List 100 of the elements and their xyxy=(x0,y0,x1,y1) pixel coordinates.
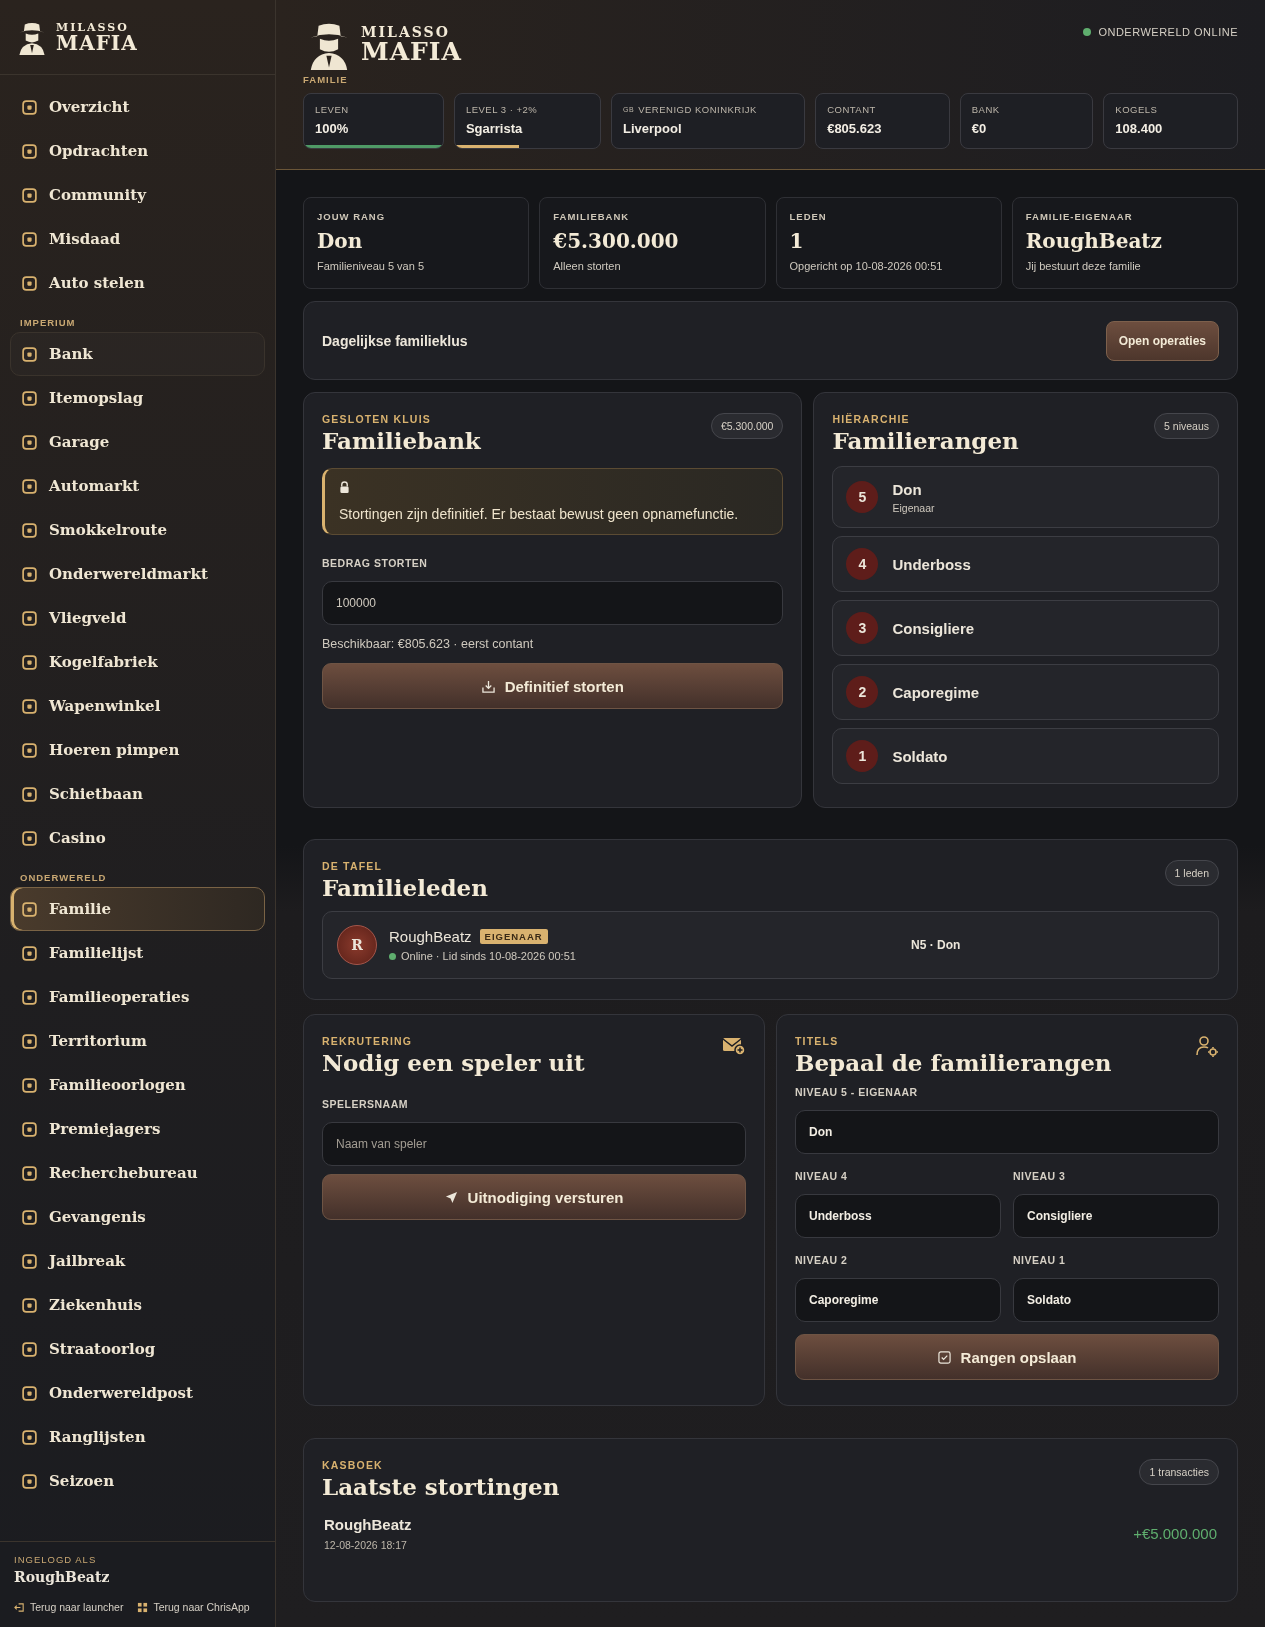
player-name-field[interactable]: Naam van speler xyxy=(322,1122,746,1166)
rank-name: Consigliere xyxy=(892,619,975,637)
send-invite-button[interactable]: Uitnodiging versturen xyxy=(322,1174,746,1220)
stat-value: €805.623 xyxy=(827,121,883,136)
rank-name: Underboss xyxy=(892,555,971,573)
nav-item[interactable]: Opdrachten xyxy=(10,129,265,173)
nav-icon xyxy=(21,1384,38,1402)
member-name: RoughBeatz xyxy=(389,928,472,945)
section-eyebrow: TITELS xyxy=(795,1035,840,1047)
user-name: RoughBeatz xyxy=(14,1569,111,1585)
nav-icon xyxy=(21,565,38,583)
nav-item[interactable]: Automarkt xyxy=(10,464,265,508)
summary-value: RoughBeatz xyxy=(1025,229,1163,253)
stat-label: BANK xyxy=(971,104,1000,115)
back-link[interactable]: Terug naar ChrisApp xyxy=(137,1601,250,1613)
nav-icon xyxy=(21,609,38,627)
nav-item[interactable]: Hoeren pimpen xyxy=(10,728,265,772)
nav-item[interactable]: Jailbreak xyxy=(10,1239,265,1283)
rank-title-field[interactable]: Soldato xyxy=(1013,1278,1219,1322)
section-title: Nodig een speler uit xyxy=(322,1049,585,1076)
nav-icon xyxy=(21,944,38,962)
nav-item[interactable]: Misdaad xyxy=(10,217,265,261)
nav-icon xyxy=(21,274,38,292)
nav-item[interactable]: Casino xyxy=(10,816,265,860)
nav-item[interactable]: Familie xyxy=(10,887,265,931)
stat-label: LEVEL 3 · +2% xyxy=(465,104,538,115)
nav-icon xyxy=(21,1208,38,1226)
status-text: ONDERWERELD ONLINE xyxy=(1098,26,1238,38)
nav-item[interactable]: Familielijst xyxy=(10,931,265,975)
nav-icon xyxy=(21,1428,38,1446)
nav-item[interactable]: Familieoperaties xyxy=(10,975,265,1019)
nav-item[interactable]: Gevangenis xyxy=(10,1195,265,1239)
nav-item[interactable]: Ranglijsten xyxy=(10,1415,265,1459)
section-title: Laatste stortingen xyxy=(322,1473,560,1500)
logo-text: MAFIA xyxy=(361,38,462,64)
nav-icon xyxy=(21,521,38,539)
nav-item[interactable]: Itemopslag xyxy=(10,376,265,420)
summary-label: FAMILIEBANK xyxy=(553,211,631,222)
rank-title-field[interactable]: Underboss xyxy=(795,1194,1001,1238)
rank-subtext: Eigenaar xyxy=(892,501,935,514)
nav-item[interactable]: Wapenwinkel xyxy=(10,684,265,728)
rank-title-field[interactable]: Don xyxy=(795,1110,1219,1154)
rank-title-field[interactable]: Caporegime xyxy=(795,1278,1001,1322)
nav-icon xyxy=(21,900,38,918)
rank-name: Soldato xyxy=(892,747,948,765)
nav-item[interactable]: Seizoen xyxy=(10,1459,265,1503)
nav-icon xyxy=(21,345,38,363)
open-operations-button[interactable]: Open operaties xyxy=(1105,320,1219,361)
nav-item[interactable]: Vliegveld xyxy=(10,596,265,640)
page-label: FAMILIE xyxy=(303,74,349,85)
rank-number: 1 xyxy=(846,740,879,772)
envelope-icon xyxy=(722,1035,746,1057)
nav-item[interactable]: Ziekenhuis xyxy=(10,1283,265,1327)
nav-item[interactable]: Onderwereldmarkt xyxy=(10,552,265,596)
nav-section-heading: IMPERIUM xyxy=(19,316,77,330)
nav-item[interactable]: Straatoorlog xyxy=(10,1327,265,1371)
logo-text: MAFIA xyxy=(56,32,138,53)
summary-label: JOUW RANG xyxy=(317,211,387,222)
logged-in-label: INGELOGD ALS xyxy=(14,1554,98,1565)
nav-item[interactable]: Garage xyxy=(10,420,265,464)
summary-subtext: Alleen storten xyxy=(553,260,622,272)
save-ranks-button[interactable]: Rangen opslaan xyxy=(795,1334,1219,1380)
nav-item[interactable]: Kogelfabriek xyxy=(10,640,265,684)
checkbox-icon xyxy=(937,1350,951,1364)
nav-item[interactable]: Schietbaan xyxy=(10,772,265,816)
section-title: Bepaal de familierangen xyxy=(795,1049,1112,1076)
count-pill: 5 niveaus xyxy=(1154,413,1219,439)
nav-icon xyxy=(21,1296,38,1314)
nav-item[interactable]: Overzicht xyxy=(10,85,265,129)
nav-item[interactable]: Smokkelroute xyxy=(10,508,265,552)
stat-label: KOGELS xyxy=(1115,104,1158,115)
nav-item[interactable]: Territorium xyxy=(10,1019,265,1063)
nav-item[interactable]: Community xyxy=(10,173,265,217)
rank-title-field[interactable]: Consigliere xyxy=(1013,1194,1219,1238)
summary-value: €5.300.000 xyxy=(553,229,680,253)
rank-number: 3 xyxy=(846,612,879,644)
depositor-name: RoughBeatz xyxy=(324,1516,412,1533)
nav-icon xyxy=(21,230,38,248)
nav-icon xyxy=(21,741,38,759)
summary-subtext: Opgericht op 10-08-2026 00:51 xyxy=(789,260,944,272)
stat-value: €0 xyxy=(971,121,988,136)
nav-item[interactable]: Onderwereldpost xyxy=(10,1371,265,1415)
amount-field[interactable]: 100000 xyxy=(322,581,784,625)
stat-label: CONTANT xyxy=(827,104,876,115)
nav-item[interactable]: Bank xyxy=(10,332,265,376)
summary-subtext: Familieniveau 5 van 5 xyxy=(317,260,425,272)
summary-label: LEDEN xyxy=(789,211,828,222)
field-label: BEDRAG STORTEN xyxy=(322,557,429,569)
nav-item[interactable]: Recherchebureau xyxy=(10,1151,265,1195)
nav-item[interactable]: Familieoorlogen xyxy=(10,1063,265,1107)
nav-icon xyxy=(21,1032,38,1050)
download-icon xyxy=(481,679,495,693)
field-label: NIVEAU 2 xyxy=(795,1254,849,1266)
back-link[interactable]: Terug naar launcher xyxy=(14,1601,124,1613)
nav-icon xyxy=(21,1252,38,1270)
nav-icon xyxy=(21,433,38,451)
nav-item[interactable]: Auto stelen xyxy=(10,261,265,305)
nav-item[interactable]: Premiejagers xyxy=(10,1107,265,1151)
deposit-button[interactable]: Definitief storten xyxy=(322,663,784,709)
nav-icon xyxy=(21,389,38,407)
